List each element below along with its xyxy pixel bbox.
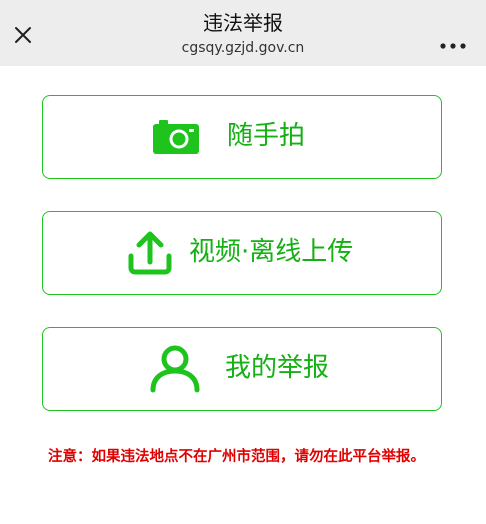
snapshot-report-label: 随手拍 [227, 121, 306, 151]
user-icon [149, 344, 201, 398]
video-upload-label: 视频·离线上传 [189, 237, 354, 267]
my-reports-label: 我的举报 [225, 353, 330, 383]
jurisdiction-notice: 注意：如果违法地点不在广州市范围，请勿在此平台举报。 [48, 449, 425, 465]
page-title: 违法举报 [203, 11, 283, 35]
upload-icon [125, 228, 175, 282]
title-bar: 违法举报 cgsqy.gzjd.gov.cn [0, 0, 486, 66]
camera-icon [151, 118, 201, 160]
more-icon [440, 43, 466, 49]
video-upload-button[interactable]: 视频·离线上传 [42, 211, 442, 295]
my-reports-button[interactable]: 我的举报 [42, 327, 442, 411]
snapshot-report-button[interactable]: 随手拍 [42, 95, 442, 179]
title-block: 违法举报 cgsqy.gzjd.gov.cn [0, 10, 486, 58]
page-domain: cgsqy.gzjd.gov.cn [181, 40, 305, 56]
more-button[interactable] [440, 34, 466, 49]
